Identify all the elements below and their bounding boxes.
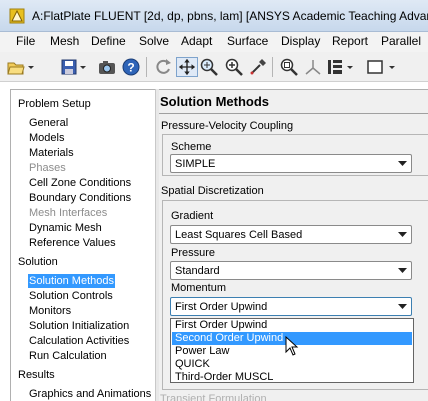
panel-title: Solution Methods (160, 94, 270, 109)
toolbar-separator (272, 57, 273, 77)
layout-icon[interactable] (326, 57, 344, 77)
pv-coupling-label: Pressure-Velocity Coupling (161, 120, 294, 132)
gradient-dropdown[interactable]: Least Squares Cell Based (170, 225, 412, 244)
dropdown-arrow-icon[interactable] (346, 57, 354, 77)
scheme-value: SIMPLE (175, 158, 216, 170)
nav-item-dynamic-mesh[interactable]: Dynamic Mesh (28, 221, 103, 235)
nav-item-monitors[interactable]: Monitors (28, 304, 72, 318)
save-icon[interactable] (60, 57, 78, 77)
nav-item-graphics-and-animations[interactable]: Graphics and Animations (28, 387, 152, 401)
momentum-option-first-order-upwind[interactable]: First Order Upwind (172, 319, 412, 332)
nav-item-solution-controls[interactable]: Solution Controls (28, 289, 114, 303)
title-bar: A:FlatPlate FLUENT [2d, dp, pbns, lam] [… (0, 0, 428, 32)
transient-formulation-label: Transient Formulation (160, 393, 267, 401)
nav-header-problem-setup: Problem Setup (18, 98, 91, 110)
menu-surface[interactable]: Surface (227, 34, 268, 48)
help-icon[interactable]: ? (121, 57, 141, 77)
momentum-option-quick[interactable]: QUICK (172, 358, 412, 371)
momentum-dropdown[interactable]: First Order Upwind (170, 297, 412, 316)
nav-item-solution-initialization[interactable]: Solution Initialization (28, 319, 130, 333)
nav-item-run-calculation[interactable]: Run Calculation (28, 349, 108, 363)
momentum-value: First Order Upwind (175, 301, 268, 313)
gradient-value: Least Squares Cell Based (175, 229, 303, 241)
nav-item-boundary-conditions[interactable]: Boundary Conditions (28, 191, 132, 205)
fluent-app-icon (9, 8, 25, 24)
open-folder-icon[interactable] (6, 57, 26, 77)
gradient-label: Gradient (171, 210, 214, 222)
nav-item-phases[interactable]: Phases (28, 161, 67, 175)
zoom-icon[interactable] (199, 57, 219, 77)
toolbar-separator (146, 57, 147, 77)
translate-icon[interactable] (176, 57, 198, 77)
nav-item-calculation-activities[interactable]: Calculation Activities (28, 334, 130, 348)
menu-parallel[interactable]: Parallel (381, 34, 421, 48)
pressure-value: Standard (175, 265, 220, 277)
menu-report[interactable]: Report (332, 34, 368, 48)
menu-bar: File Mesh Define Solve Adapt Surface Dis… (0, 32, 428, 52)
menu-file[interactable]: File (16, 34, 35, 48)
window-icon[interactable] (366, 57, 384, 77)
title-divider (159, 113, 428, 114)
nav-item-mesh-interfaces[interactable]: Mesh Interfaces (28, 206, 108, 220)
nav-item-reference-values[interactable]: Reference Values (28, 236, 117, 250)
nav-header-solution: Solution (18, 256, 58, 268)
chevron-down-icon (398, 161, 407, 166)
rotate-icon[interactable] (153, 57, 173, 77)
scheme-label: Scheme (171, 141, 212, 153)
chevron-down-icon (398, 304, 407, 309)
pressure-dropdown[interactable]: Standard (170, 261, 412, 280)
zoom-in-icon[interactable] (224, 57, 244, 77)
nav-header-results: Results (18, 369, 55, 381)
menu-define[interactable]: Define (91, 34, 126, 48)
chevron-down-icon (398, 232, 407, 237)
spatial-discretization-label: Spatial Discretization (161, 185, 264, 197)
svg-text:?: ? (127, 61, 134, 75)
camera-icon[interactable] (97, 57, 117, 77)
zoom-to-fit-icon[interactable] (279, 57, 299, 77)
dropdown-arrow-icon[interactable] (388, 57, 396, 77)
momentum-option-third-order-muscl[interactable]: Third-Order MUSCL (172, 371, 412, 384)
window-title: A:FlatPlate FLUENT [2d, dp, pbns, lam] [… (32, 9, 428, 23)
nav-item-materials[interactable]: Materials (28, 146, 75, 160)
menu-display[interactable]: Display (281, 34, 320, 48)
pressure-label: Pressure (171, 247, 216, 259)
nav-item-cell-zone-conditions[interactable]: Cell Zone Conditions (28, 176, 132, 190)
dropdown-arrow-icon[interactable] (79, 57, 87, 77)
toolbar: ? (0, 52, 428, 82)
axes-icon[interactable] (303, 57, 323, 77)
probe-icon[interactable] (248, 57, 268, 77)
chevron-down-icon (398, 268, 407, 273)
navigation-pane: Problem Setup General Models Materials P… (10, 89, 155, 401)
scheme-dropdown[interactable]: SIMPLE (170, 154, 412, 173)
nav-item-general[interactable]: General (28, 116, 69, 130)
dropdown-arrow-icon[interactable] (27, 57, 35, 77)
momentum-label: Momentum (171, 282, 227, 294)
nav-item-models[interactable]: Models (28, 131, 65, 145)
menu-solve[interactable]: Solve (139, 34, 169, 48)
mouse-cursor-icon (285, 336, 299, 356)
menu-mesh[interactable]: Mesh (50, 34, 79, 48)
nav-item-solution-methods[interactable]: Solution Methods (28, 274, 115, 288)
menu-adapt[interactable]: Adapt (181, 34, 212, 48)
